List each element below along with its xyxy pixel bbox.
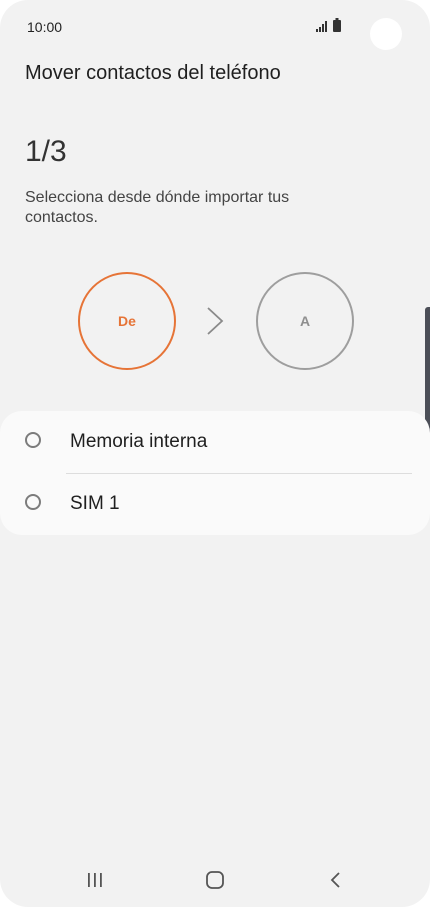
home-icon [206, 871, 224, 889]
source-step-circle: De [78, 272, 176, 370]
destination-step-circle: A [256, 272, 354, 370]
radio-button-icon[interactable] [25, 432, 41, 448]
recents-icon [88, 873, 102, 887]
radio-button-icon[interactable] [25, 494, 41, 510]
status-time: 10:00 [27, 19, 63, 35]
option-label: SIM 1 [70, 493, 120, 514]
option-sim-1[interactable]: SIM 1 [0, 473, 430, 535]
destination-step-label: A [299, 313, 311, 329]
home-button[interactable] [195, 865, 235, 895]
phone-screen: 10:00 Mover contactos del teléfono 1/3 S… [0, 0, 430, 907]
battery-icon [333, 18, 341, 32]
source-step-label: De [118, 313, 136, 329]
source-options-list: Memoria interna SIM 1 [0, 411, 430, 535]
back-button[interactable] [316, 865, 356, 895]
signal-icon [316, 21, 327, 32]
step-indicator: 1/3 [25, 135, 67, 168]
navigation-bar [0, 853, 430, 907]
recents-button[interactable] [75, 865, 115, 895]
option-memoria-interna[interactable]: Memoria interna [0, 411, 430, 474]
status-bar: 10:00 [0, 0, 430, 52]
camera-cutout [370, 18, 402, 50]
instructions-text: Selecciona desde dónde importar tus cont… [25, 189, 290, 226]
chevron-right-icon [207, 307, 224, 335]
back-icon [330, 872, 340, 888]
option-label: Memoria interna [70, 431, 208, 452]
page-title: Mover contactos del teléfono [25, 62, 281, 84]
